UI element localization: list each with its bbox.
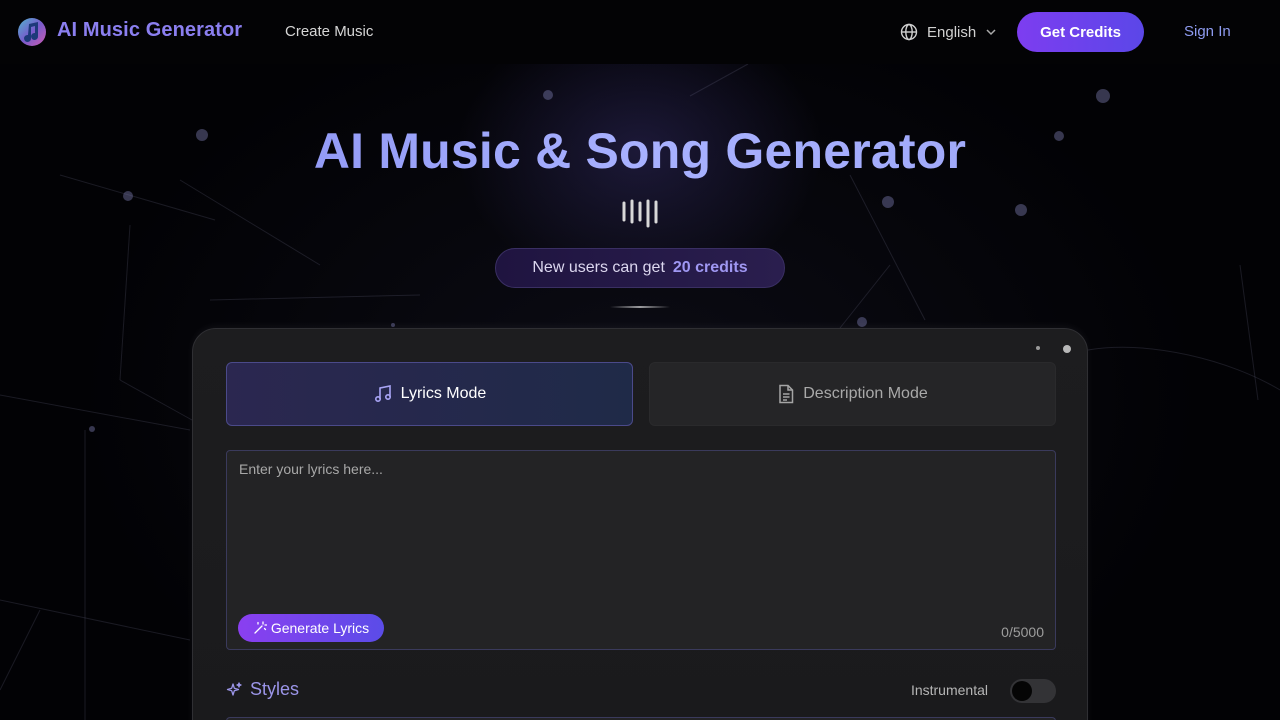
language-selector[interactable]: English [899,21,998,43]
instrumental-toggle[interactable] [1010,679,1056,703]
tab-description-label: Description Mode [803,385,928,402]
sparkles-icon [226,681,242,696]
page-title: AI Music & Song Generator [0,122,1280,180]
top-navbar: AI Music Generator Create Music English … [0,0,1280,64]
brand-name[interactable]: AI Music Generator [57,19,242,42]
nav-create-music-link[interactable]: Create Music [285,23,373,40]
tab-lyrics-mode[interactable]: Lyrics Mode [226,362,633,426]
decorative-glow-line [610,306,670,308]
get-credits-button[interactable]: Get Credits [1017,12,1144,52]
generate-lyrics-button[interactable]: Generate Lyrics [238,614,384,642]
decorative-dot [1063,345,1071,353]
instrumental-label: Instrumental [910,682,988,698]
sign-in-link[interactable]: Sign In [1184,23,1231,40]
character-counter: 0/5000 [1001,624,1044,640]
styles-label: Styles [250,679,300,699]
styles-row: Styles Instrumental [226,679,1056,703]
sound-wave-icon [622,199,658,228]
generate-lyrics-label: Generate Lyrics [270,620,370,636]
generator-card: Lyrics Mode Description Mode Enter your … [192,328,1088,720]
tab-lyrics-label: Lyrics Mode [400,385,487,402]
promo-credits-highlight: 20 credits [672,259,748,276]
promo-text: New users can get [532,259,665,276]
music-note-logo-icon[interactable] [16,16,48,48]
new-user-credits-badge: New users can get 20 credits [495,248,785,288]
decorative-dot [1036,346,1040,350]
chevron-down-icon [986,29,996,36]
lyrics-container: Generate Lyrics 0/5000 [226,450,1056,650]
styles-heading: Styles [226,679,299,700]
tab-description-mode[interactable]: Description Mode [649,362,1056,426]
language-label: English [927,23,977,41]
document-icon [779,384,794,404]
toggle-knob [1012,681,1032,701]
magic-wand-icon [254,621,267,634]
globe-icon [900,23,918,41]
music-note-icon [374,385,391,403]
